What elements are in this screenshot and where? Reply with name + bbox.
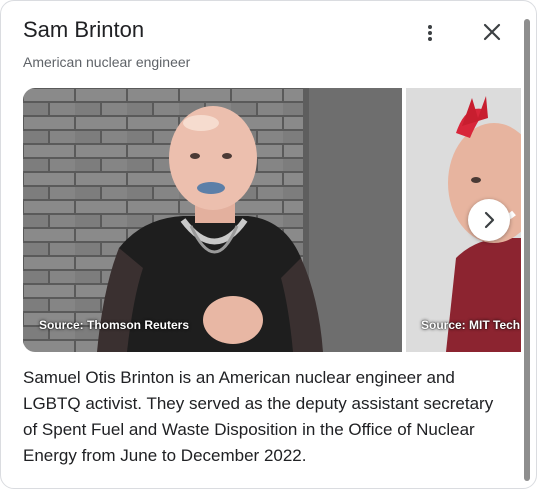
photo-person-brick-wall [23,88,402,352]
panel-subtitle: American nuclear engineer [23,54,191,70]
close-button[interactable] [479,19,505,45]
close-icon [483,23,501,41]
scrollbar-thumb[interactable] [524,19,530,481]
image-source-label: Source: Thomson Reuters [39,318,190,332]
image-source-label: Source: MIT Tech [421,318,521,332]
carousel-next-button[interactable] [468,199,510,241]
entity-description: Samuel Otis Brinton is an American nucle… [23,368,494,465]
panel-title: Sam Brinton [23,17,145,42]
image-thomson-reuters[interactable]: Source: Thomson Reuters [23,88,402,352]
scrollbar[interactable] [522,11,532,481]
knowledge-panel: Sam Brinton American nuclear engineer So… [0,0,537,489]
more-options-button[interactable] [418,21,442,45]
more-vert-icon [428,25,432,29]
chevron-right-icon [484,211,495,229]
